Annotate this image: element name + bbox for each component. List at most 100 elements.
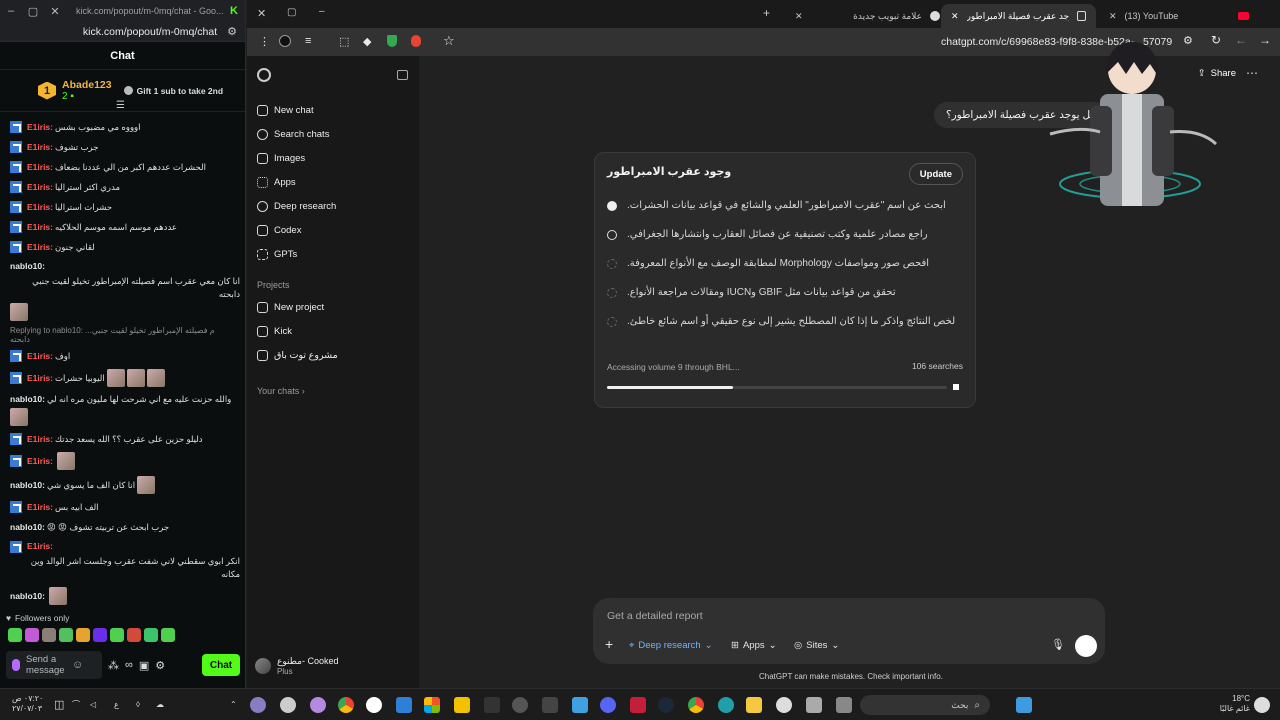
app-icon[interactable] (630, 697, 646, 713)
shield-icon[interactable] (387, 35, 397, 47)
chat-message[interactable]: E1iris: عددهم موسم اسمه موسم الحلاكيه (0, 217, 245, 237)
infinity-icon[interactable]: ∞ (125, 659, 133, 671)
pinned-user[interactable]: Abade123 (62, 79, 112, 91)
chevron-up-icon[interactable]: ⌃ (230, 700, 237, 710)
chat-username[interactable]: nablo10: (10, 521, 45, 534)
emote-item[interactable] (110, 628, 124, 642)
chat-message[interactable]: E1iris: دليلو حزين على عقرب ؟؟ الله يسعد … (0, 429, 245, 449)
chat-username[interactable]: E1iris: (27, 141, 53, 154)
back-icon[interactable]: ← (1235, 33, 1247, 47)
chrome-icon[interactable] (688, 697, 704, 713)
sidebar-item-project-arabic[interactable]: مشروع توت باق (257, 345, 338, 365)
sidebar-item-project-kick[interactable]: Kick (257, 321, 292, 341)
emote-item[interactable] (25, 628, 39, 642)
app-icon[interactable] (280, 697, 296, 713)
extension-icon[interactable] (411, 35, 421, 47)
emote-item[interactable] (93, 628, 107, 642)
office-icon[interactable] (424, 697, 440, 713)
close-tab-icon[interactable]: ✕ (1109, 11, 1117, 22)
deep-research-chip[interactable]: ⌖ Deep research ⌄ (629, 640, 713, 651)
chat-message[interactable]: E1iris: اوف (0, 346, 245, 366)
notification-icon[interactable]: ◫ (54, 700, 64, 711)
app-icon[interactable] (310, 697, 326, 713)
weather-widget[interactable]: 18°C غائم غالبًا (1210, 694, 1250, 714)
bookmark-star-icon[interactable]: ☆ (443, 33, 455, 49)
minimize-window-icon[interactable]: – (319, 6, 325, 17)
chat-username[interactable]: nablo10: (10, 260, 45, 273)
epic-games-icon[interactable] (484, 697, 500, 713)
sidebar-item-codex[interactable]: Codex (257, 220, 301, 240)
app-icon[interactable] (542, 697, 558, 713)
sidebar-item-deep-research[interactable]: Deep research (257, 196, 336, 216)
chat-username[interactable]: E1iris: (27, 121, 53, 134)
kick-urlbar[interactable]: kick.com/popout/m-0mq/chat ⚙ (0, 22, 245, 42)
sidebar-item-images[interactable]: Images (257, 148, 305, 168)
user-profile[interactable]: مطنوع- Cooked Plus (255, 656, 338, 676)
gear-icon[interactable]: ⚙ (155, 659, 165, 672)
your-chats-heading[interactable]: Your chats › (257, 386, 305, 396)
maximize-icon[interactable]: ▢ (22, 5, 44, 18)
mic-icon[interactable] (12, 659, 20, 671)
extension-icon[interactable] (279, 35, 291, 47)
tab-chatgpt[interactable]: ✕ هل يوجد عقرب فصيلة الامبراطور (941, 4, 1096, 28)
chat-username[interactable]: E1iris: (27, 181, 53, 194)
composer-placeholder[interactable]: Get a detailed report (607, 610, 703, 622)
sidebar-item-new-project[interactable]: New project (257, 297, 324, 317)
app-icon[interactable] (836, 697, 852, 713)
chat-username[interactable]: E1iris: (27, 161, 53, 174)
openai-logo-icon[interactable] (257, 68, 271, 82)
tab-youtube[interactable]: ✕ (13) YouTube (1099, 4, 1259, 28)
emote-item[interactable] (8, 628, 22, 642)
taskbar-clock[interactable]: ٠٧:٢٠ ص ٢٧/٠٧/٠٣ (12, 694, 43, 714)
sidebar-item-gpts[interactable]: GPTs (257, 244, 297, 264)
vscode-icon[interactable] (396, 697, 412, 713)
tab-new-tab[interactable]: ✕ علامة تبويب جديدة (785, 4, 950, 28)
chat-username[interactable]: E1iris: (27, 433, 53, 446)
extension-icon[interactable]: ⬚ (339, 35, 349, 48)
menu-dots-icon[interactable]: ⋮ (259, 35, 270, 48)
app-icon[interactable] (250, 697, 266, 713)
minimize-icon[interactable]: – (0, 5, 22, 17)
emote-item[interactable] (59, 628, 73, 642)
chat-messages[interactable]: E1iris: اوووه مي مضبوب بشس E1iris: جرب تشوف… (0, 117, 245, 607)
sites-chip[interactable]: ◎ Sites ⌄ (794, 640, 839, 651)
reply-context[interactable]: Replying to nablo10: ...م فصيلته الإمبرا… (0, 324, 245, 346)
emote-item[interactable] (127, 628, 141, 642)
close-icon[interactable]: ✕ (44, 5, 66, 18)
chat-message[interactable]: E1iris: حشرات استراليا (0, 197, 245, 217)
app-icon[interactable] (572, 697, 588, 713)
gift-sub-banner[interactable]: Gift 1 sub to take 2nd (123, 86, 223, 96)
sidebar-toggle-icon[interactable] (397, 70, 408, 80)
chat-username[interactable]: E1iris: (27, 455, 53, 468)
chat-message[interactable]: E1iris: الحشرات عددهم اكبر من الي عددنا ب… (0, 157, 245, 177)
close-tab-icon[interactable]: ✕ (795, 11, 803, 22)
cloud-tray-icon[interactable]: ☁ (156, 700, 164, 710)
emote-item[interactable] (76, 628, 90, 642)
close-window-icon[interactable]: ✕ (257, 7, 266, 20)
settings-icon[interactable]: ⚙ (227, 25, 237, 38)
chat-username[interactable]: E1iris: (27, 372, 53, 385)
chat-message[interactable]: E1iris: جرب تشوف (0, 137, 245, 157)
chat-username[interactable]: E1iris: (27, 350, 53, 363)
sidebar-item-apps[interactable]: Apps (257, 172, 296, 192)
chat-username[interactable]: E1iris: (27, 221, 53, 234)
extension-icon[interactable]: ≡ (305, 35, 311, 47)
volume-icon[interactable]: ◁ (90, 700, 96, 710)
mic-icon[interactable]: 🎙 (1051, 638, 1065, 651)
chat-username[interactable]: E1iris: (27, 540, 53, 553)
chat-message[interactable]: nablo10: انا كان معي عقرب اسم فصيلته الإم… (0, 257, 245, 324)
emote-item[interactable] (144, 628, 158, 642)
chat-message[interactable]: E1iris: اليوبيا حشرات (0, 366, 245, 390)
message-composer[interactable]: Get a detailed report + ⌖ Deep research ⌄ … (593, 598, 1105, 664)
kick-url[interactable]: kick.com/popout/m-0mq/chat (83, 26, 217, 38)
more-options-icon[interactable]: ⋯ (1246, 66, 1258, 80)
chat-message[interactable]: E1iris: مدري اكثر استراليا (0, 177, 245, 197)
chat-filter-icon[interactable]: ☰ (116, 100, 125, 111)
chat-message[interactable]: E1iris: انكر ابوي سقطني لاني شفت عقرب وجل… (0, 537, 245, 584)
gift-box-icon[interactable]: ▣ (139, 659, 149, 672)
chatgpt-app-icon[interactable] (776, 697, 792, 713)
app-icon[interactable] (512, 697, 528, 713)
discord-icon[interactable] (600, 697, 616, 713)
chat-message[interactable]: nablo10: (0, 584, 245, 607)
chat-username[interactable]: nablo10: (10, 393, 45, 406)
